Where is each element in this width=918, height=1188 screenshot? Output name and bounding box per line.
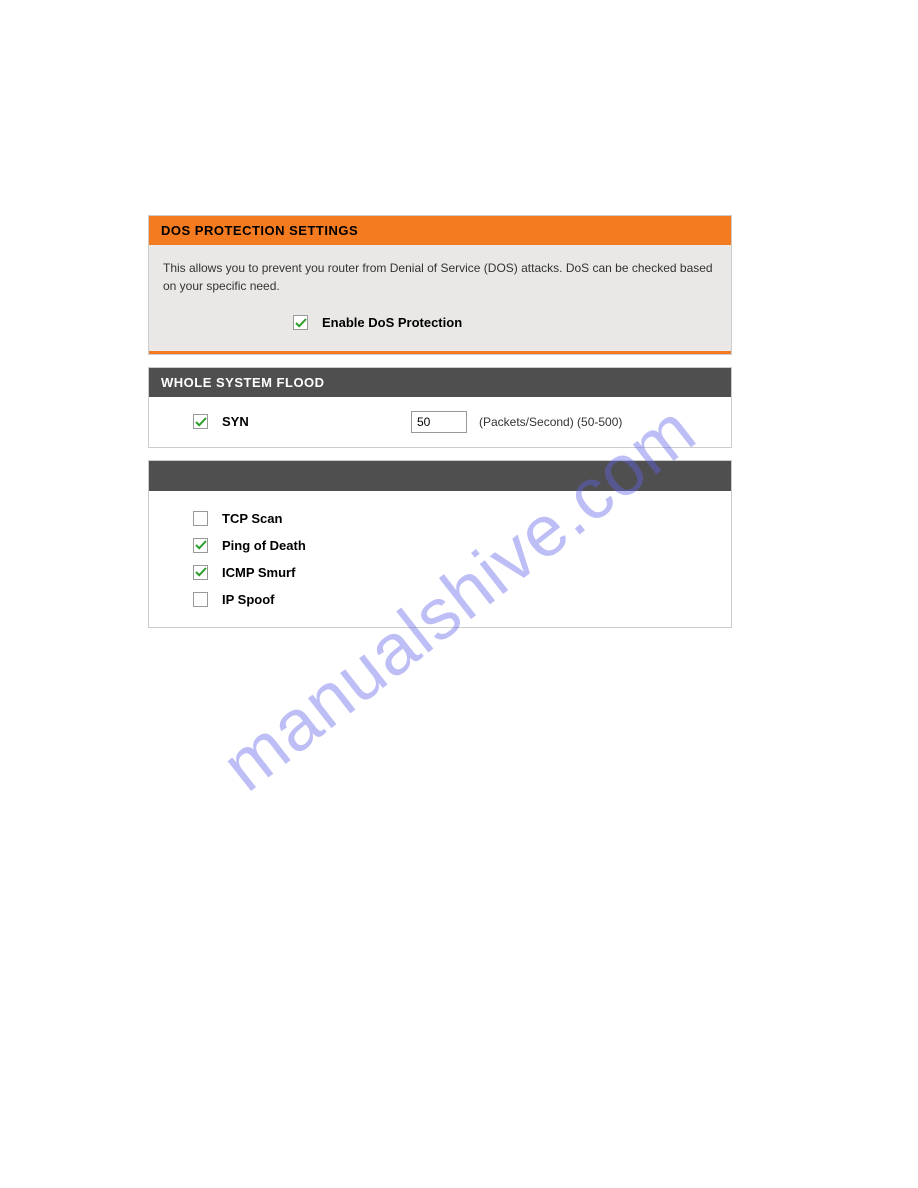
attack-option-label: TCP Scan xyxy=(222,511,282,526)
attack-option-label: ICMP Smurf xyxy=(222,565,295,580)
enable-dos-checkbox[interactable] xyxy=(293,315,308,330)
dos-protection-description: This allows you to prevent you router fr… xyxy=(163,259,717,295)
syn-row: SYN (Packets/Second) (50-500) xyxy=(149,397,731,447)
dos-protection-header: DOS PROTECTION SETTINGS xyxy=(149,216,731,245)
whole-system-flood-panel: WHOLE SYSTEM FLOOD SYN (Packets/Second) … xyxy=(148,367,732,448)
syn-label: SYN xyxy=(222,414,249,429)
attack-option-row: Ping of Death xyxy=(193,532,719,559)
dos-protection-panel: DOS PROTECTION SETTINGS This allows you … xyxy=(148,215,732,355)
attack-option-row: ICMP Smurf xyxy=(193,559,719,586)
attack-option-checkbox[interactable] xyxy=(193,511,208,526)
attack-option-checkbox[interactable] xyxy=(193,565,208,580)
check-icon xyxy=(195,566,207,578)
attack-option-row: TCP Scan xyxy=(193,505,719,532)
enable-dos-row: Enable DoS Protection xyxy=(163,313,717,333)
whole-system-flood-header: WHOLE SYSTEM FLOOD xyxy=(149,368,731,397)
attack-option-label: Ping of Death xyxy=(222,538,306,553)
check-icon xyxy=(195,416,207,428)
attack-option-checkbox[interactable] xyxy=(193,538,208,553)
check-icon xyxy=(195,539,207,551)
attack-option-label: IP Spoof xyxy=(222,592,274,607)
dos-protection-body: This allows you to prevent you router fr… xyxy=(149,245,731,351)
attack-option-row: IP Spoof xyxy=(193,586,719,613)
enable-dos-label: Enable DoS Protection xyxy=(322,313,462,333)
attack-types-panel: TCP Scan Ping of Death ICMP Smurf IP Spoof xyxy=(148,460,732,628)
syn-hint: (Packets/Second) (50-500) xyxy=(479,415,622,429)
attack-options-list: TCP Scan Ping of Death ICMP Smurf IP Spoof xyxy=(149,491,731,627)
syn-input[interactable] xyxy=(411,411,467,433)
syn-checkbox[interactable] xyxy=(193,414,208,429)
attack-option-checkbox[interactable] xyxy=(193,592,208,607)
orange-divider xyxy=(149,351,731,354)
check-icon xyxy=(295,317,307,329)
attack-types-header xyxy=(149,461,731,491)
